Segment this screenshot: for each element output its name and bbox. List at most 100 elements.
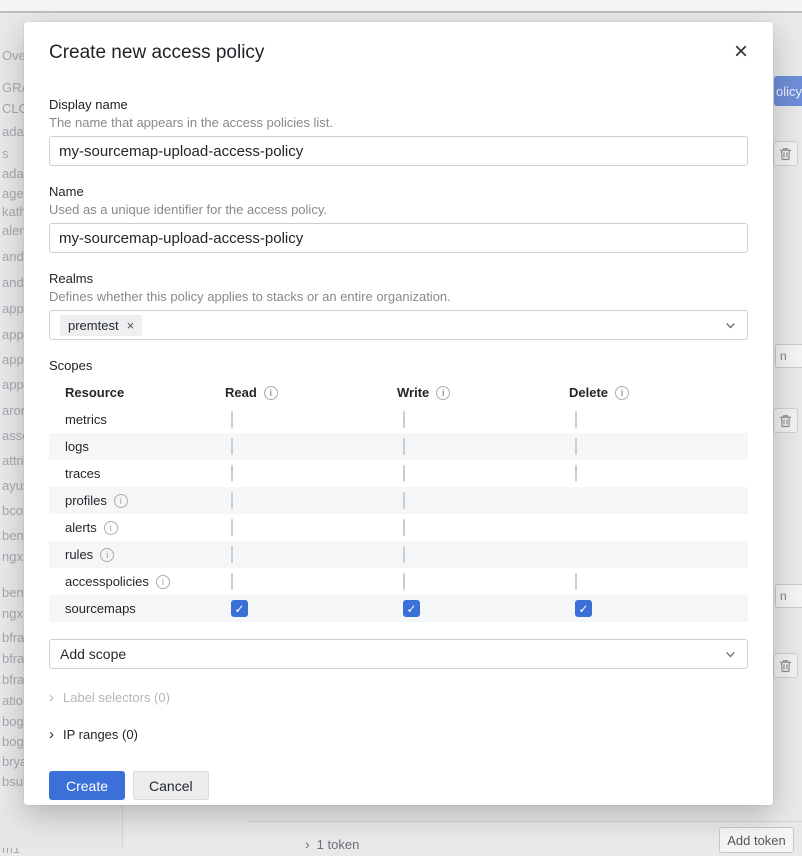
accesspolicies-delete-checkbox[interactable] (575, 573, 577, 590)
column-header-label: Write (397, 385, 429, 400)
divider (248, 821, 802, 822)
trash-icon (779, 414, 792, 428)
close-icon[interactable]: × (734, 42, 748, 62)
profiles-read-checkbox[interactable] (231, 492, 233, 509)
resource-label: traces (65, 466, 100, 481)
background-list-item-fragment: app (2, 327, 24, 342)
background-delete-policy-button (773, 653, 798, 678)
background-list-item-fragment: bfra (2, 651, 24, 666)
accesspolicies-write-checkbox[interactable] (403, 573, 405, 590)
resource-name: sourcemaps (65, 601, 225, 616)
remove-tag-icon[interactable]: × (127, 319, 135, 332)
scope-cell: ✓ (225, 600, 397, 617)
background-list-item-fragment: atio (2, 693, 23, 708)
traces-write-checkbox[interactable] (403, 465, 405, 482)
realm-tag-label: premtest (68, 318, 119, 333)
scopes-label: Scopes (49, 358, 748, 373)
scope-row-accesspolicies: accesspoliciesi (49, 568, 748, 595)
scope-cell (397, 547, 569, 562)
name-input[interactable] (49, 223, 748, 253)
realms-select[interactable]: premtest × (49, 310, 748, 340)
resource-name: metrics (65, 412, 225, 427)
background-token-expander: › 1 token (305, 836, 359, 852)
scope-cell (225, 412, 397, 427)
scope-cell (225, 493, 397, 508)
display-name-input[interactable] (49, 136, 748, 166)
background-sidebar-panel (0, 805, 123, 848)
info-icon[interactable]: i (104, 521, 118, 535)
accesspolicies-read-checkbox[interactable] (231, 573, 233, 590)
resource-label: rules (65, 547, 93, 562)
scope-cell (569, 466, 748, 481)
name-label: Name (49, 184, 748, 199)
ip-ranges-expander[interactable]: › IP ranges (0) (49, 727, 748, 742)
background-list-item-fragment: app (2, 377, 24, 392)
background-list-item-fragment: ada (2, 166, 24, 181)
scope-cell (225, 439, 397, 454)
token-expander-label: 1 token (317, 837, 360, 852)
scope-cell (225, 520, 397, 535)
add-scope-select[interactable]: Add scope (49, 639, 748, 669)
background-list-item-fragment: attri (2, 453, 24, 468)
profiles-write-checkbox[interactable] (403, 492, 405, 509)
traces-delete-checkbox[interactable] (575, 465, 577, 482)
chevron-right-icon: › (49, 727, 54, 742)
background-list-item-fragment: ngx (2, 549, 23, 564)
background-list-item-fragment: aler (2, 223, 24, 238)
trash-icon (779, 147, 792, 161)
scope-cell (397, 466, 569, 481)
create-button[interactable]: Create (49, 771, 125, 800)
scopes-table-header: ResourceReadiWriteiDeletei (49, 379, 748, 406)
info-icon[interactable]: i (436, 386, 450, 400)
info-icon[interactable]: i (264, 386, 278, 400)
chevron-right-icon: › (49, 690, 54, 705)
alerts-read-checkbox[interactable] (231, 519, 233, 536)
scope-row-sourcemaps: sourcemaps ✓ ✓ ✓ (49, 595, 748, 622)
metrics-delete-checkbox[interactable] (575, 411, 577, 428)
resource-name: logs (65, 439, 225, 454)
name-help: Used as a unique identifier for the acce… (49, 202, 748, 217)
sourcemaps-delete-checkbox[interactable]: ✓ (575, 600, 592, 617)
alerts-write-checkbox[interactable] (403, 519, 405, 536)
info-icon[interactable]: i (100, 548, 114, 562)
column-header-read: Readi (225, 385, 397, 400)
resource-name: alertsi (65, 520, 225, 535)
column-header-delete: Deletei (569, 385, 748, 400)
column-header-label: Resource (65, 385, 124, 400)
resource-name: traces (65, 466, 225, 481)
rules-write-checkbox[interactable] (403, 546, 405, 563)
scope-row-logs: logs (49, 433, 748, 460)
resource-name: rulesi (65, 547, 225, 562)
logs-read-checkbox[interactable] (231, 438, 233, 455)
scopes-table: metricslogstracesprofilesialertsirulesia… (49, 406, 748, 622)
scope-row-profiles: profilesi (49, 487, 748, 514)
scope-cell: ✓ (569, 600, 748, 617)
display-name-label: Display name (49, 97, 748, 112)
background-list-item-fragment: app (2, 301, 24, 316)
sourcemaps-read-checkbox[interactable]: ✓ (231, 600, 248, 617)
sourcemaps-write-checkbox[interactable]: ✓ (403, 600, 420, 617)
cancel-button[interactable]: Cancel (133, 771, 209, 800)
scope-cell (397, 574, 569, 589)
metrics-read-checkbox[interactable] (231, 411, 233, 428)
metrics-write-checkbox[interactable] (403, 411, 405, 428)
info-icon[interactable]: i (615, 386, 629, 400)
logs-delete-checkbox[interactable] (575, 438, 577, 455)
traces-read-checkbox[interactable] (231, 465, 233, 482)
resource-label: sourcemaps (65, 601, 136, 616)
background-list-item-fragment: age (2, 186, 24, 201)
realm-tag: premtest × (60, 315, 142, 336)
logs-write-checkbox[interactable] (403, 438, 405, 455)
info-icon[interactable]: i (114, 494, 128, 508)
scope-cell (569, 412, 748, 427)
label-selectors-expander[interactable]: › Label selectors (0) (49, 690, 748, 705)
background-delete-policy-button (773, 408, 798, 433)
label-selectors-label: Label selectors (0) (63, 690, 170, 705)
scope-cell (397, 412, 569, 427)
chevron-down-icon (724, 648, 737, 661)
scope-cell (225, 547, 397, 562)
rules-read-checkbox[interactable] (231, 546, 233, 563)
background-button-fragment: n (775, 584, 802, 608)
background-button-fragment: n (775, 344, 802, 368)
info-icon[interactable]: i (156, 575, 170, 589)
